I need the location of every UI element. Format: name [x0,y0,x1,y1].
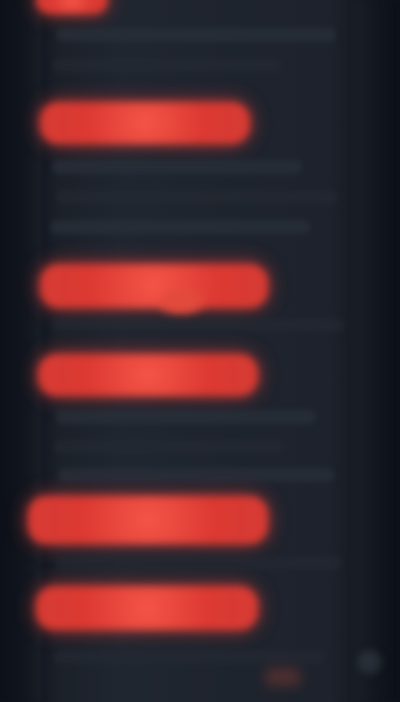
bottom-accent-mark [266,668,300,686]
text-row [54,440,284,454]
highlighted-item-top[interactable] [36,0,108,14]
highlighted-item-3[interactable] [38,354,258,396]
highlighted-item-4[interactable] [28,496,268,544]
right-side-rail [354,0,400,702]
message-content-area [28,0,354,702]
text-row [56,556,342,570]
highlight-glow [36,586,258,630]
text-row [50,220,310,234]
highlighted-item-1[interactable] [40,102,250,144]
text-row [52,318,344,332]
highlighted-item-2[interactable] [40,264,268,308]
sparkle-icon [358,650,382,674]
text-row [52,58,282,72]
highlight-glow [38,354,258,396]
highlight-glow [40,102,250,144]
text-row [52,160,302,174]
highlight-glow [36,0,108,14]
highlighted-item-5[interactable] [36,586,258,630]
blurred-chat-screen [0,0,400,702]
highlight-glow [40,264,268,308]
text-row [58,468,334,482]
text-row [56,190,338,204]
highlight-underline-glow [160,290,202,314]
text-row [56,410,316,424]
highlight-glow [28,496,268,544]
text-row [56,28,336,42]
text-row [54,650,324,664]
